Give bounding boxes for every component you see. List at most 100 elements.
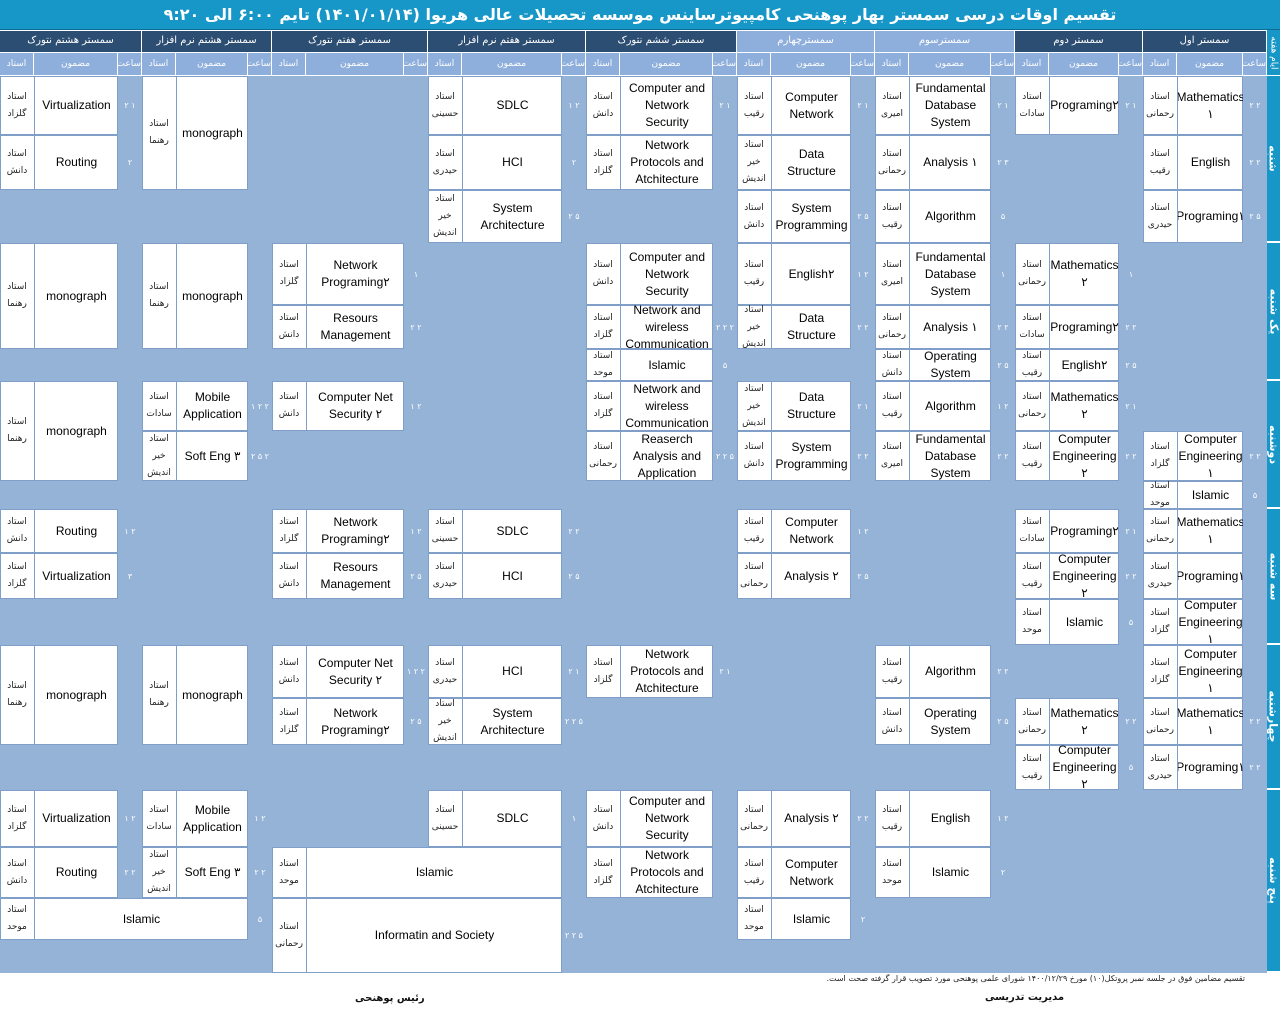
time-slot: ۱ <box>404 243 428 305</box>
subject-name: Mathematics ۲ <box>1049 243 1119 305</box>
subject-name: Routing <box>34 135 118 190</box>
teacher-name: استاد گلزاد <box>279 517 299 544</box>
teacher-name: استاد حیدری <box>1147 202 1173 230</box>
subject-name: Data Structure <box>771 135 851 190</box>
time-slot: ۲ ۱ <box>562 645 586 698</box>
teacher-name: استاد گلزاد <box>593 858 613 886</box>
time-slot <box>248 243 272 349</box>
teacher-name: استاد حیدری <box>1147 753 1173 781</box>
subject-name: Computer Engineering ۱ <box>1177 645 1243 698</box>
subject-name: Programing۱ <box>1177 553 1243 599</box>
col-teacher-3: استاد <box>875 52 909 75</box>
teacher-name: استاد موحد <box>744 905 764 932</box>
col-time-9: ساعت <box>117 52 142 75</box>
subject-name: Islamic <box>306 847 562 898</box>
subject-name: Data Structure <box>771 305 851 349</box>
time-slot: ۲ ۵ <box>991 698 1015 745</box>
time-slot <box>713 381 737 431</box>
time-slot <box>713 135 737 190</box>
subject-name: Soft Eng ۳ <box>176 847 248 898</box>
teacher-name: استاد خیر اندیش <box>433 699 457 743</box>
subject-name: Network Programing۲ <box>306 243 404 305</box>
subject-name: English۲ <box>1049 349 1119 381</box>
time-slot: ۲ ۲ ۵ <box>562 698 586 745</box>
time-slot: ۱ <box>1119 243 1143 305</box>
subject-name: SDLC <box>462 509 562 553</box>
subject-name: Computer Network <box>771 76 851 135</box>
subject-name: Analysis ۱ <box>909 305 991 349</box>
subject-name: Network Programing۲ <box>306 509 404 553</box>
subject-name: Programing۲ <box>1049 76 1119 135</box>
time-slot <box>1243 645 1267 698</box>
teacher-name: استاد موحد <box>882 858 902 886</box>
subject-name: HCI <box>462 135 562 190</box>
time-slot: ۲ ۲ <box>851 790 875 847</box>
col-subject-6: مضمون <box>462 52 562 75</box>
teacher-name: استاد موحد <box>593 351 613 378</box>
time-slot: ۵ <box>1119 745 1143 790</box>
teacher-name: استاد رحمانی <box>1018 260 1046 287</box>
teacher-name: استاد گلزاد <box>7 91 27 119</box>
col-subject-4: مضمون <box>771 52 851 75</box>
col-subject-7: مضمون <box>306 52 404 75</box>
subject-name: Fundamental Database System <box>909 243 991 305</box>
col-time-4: ساعت <box>850 52 875 75</box>
semester-header-9: سمستر هشتم نتورک <box>0 31 142 52</box>
subject-name: Routing <box>34 509 118 553</box>
subject-name: monograph <box>34 645 118 745</box>
subject-name: Soft Eng ۳ <box>176 431 248 481</box>
subject-name: Mathematics ۲ <box>1049 381 1119 431</box>
subject-name: Analysis ۲ <box>771 790 851 847</box>
days-column-header: ایام هفته <box>1267 30 1280 75</box>
day-label-5: چهارشنبه <box>1267 645 1280 790</box>
teacher-name: استاد رحمانی <box>1146 91 1174 119</box>
semester-header-6: سمستر هفتم نرم افزار <box>428 31 586 52</box>
teacher-name: استاد رهنما <box>7 681 27 708</box>
time-slot <box>1243 553 1267 599</box>
teacher-name: استاد سادات <box>146 804 172 832</box>
subject-name: Algorithm <box>909 381 991 431</box>
teacher-name: استاد رحمانی <box>1146 707 1174 735</box>
subject-name: monograph <box>176 243 248 349</box>
time-slot: ۲ ۵ <box>562 553 586 599</box>
subject-name: Mathematics ۱ <box>1177 698 1243 745</box>
subject-name: English <box>909 790 991 847</box>
col-teacher-5: استاد <box>586 52 620 75</box>
time-slot: ۲ ۵ ۲ <box>248 431 272 481</box>
time-slot <box>248 645 272 745</box>
subject-name: Computer and Network Security <box>620 790 713 847</box>
time-slot: ۲ ۲ <box>1243 431 1267 481</box>
time-slot: ۱ ۲ <box>991 381 1015 431</box>
col-subject-5: مضمون <box>620 52 713 75</box>
time-slot: ۲ ۱ <box>851 76 875 135</box>
signature-dean: رئیس پوهنحی <box>355 993 425 1004</box>
subject-name: Data Structure <box>771 381 851 431</box>
subject-name: Programing۲ <box>1049 509 1119 553</box>
teacher-name: استاد رقیب <box>743 91 765 119</box>
subject-name: Computer Engineering ۱ <box>1177 431 1243 481</box>
subject-name: Virtualization <box>34 76 118 135</box>
time-slot: ۲ ۲ <box>1119 553 1143 599</box>
teacher-name: استاد موحد <box>7 905 27 932</box>
col-teacher-1: استاد <box>1143 52 1177 75</box>
teacher-name: استاد رقیب <box>881 657 903 685</box>
teacher-name: استاد موحد <box>279 858 299 886</box>
col-teacher-2: استاد <box>1015 52 1049 75</box>
time-slot <box>562 847 586 898</box>
time-slot <box>118 645 142 745</box>
semester-header-3: سمسترسوم <box>875 31 1015 52</box>
col-subject-9: مضمون <box>34 52 118 75</box>
time-slot: ۱ ۲ <box>118 509 142 553</box>
time-slot: ۲ ۲ ۲ <box>713 305 737 349</box>
subject-name: Reaserch Analysis and Application <box>620 431 713 481</box>
time-slot: ۲ ۱ <box>1119 76 1143 135</box>
time-slot: ۵ <box>1243 481 1267 509</box>
subject-name: Analysis ۱ <box>909 135 991 190</box>
time-slot: ۲ ۱ <box>851 381 875 431</box>
teacher-name: استاد گلزاد <box>279 260 299 287</box>
time-slot: ۲ <box>562 135 586 190</box>
teacher-name: استاد دانش <box>592 91 614 119</box>
teacher-name: استاد رهنما <box>7 282 27 309</box>
subject-name: Fundamental Database System <box>909 76 991 135</box>
time-slot: ۱ ۲ <box>851 243 875 305</box>
